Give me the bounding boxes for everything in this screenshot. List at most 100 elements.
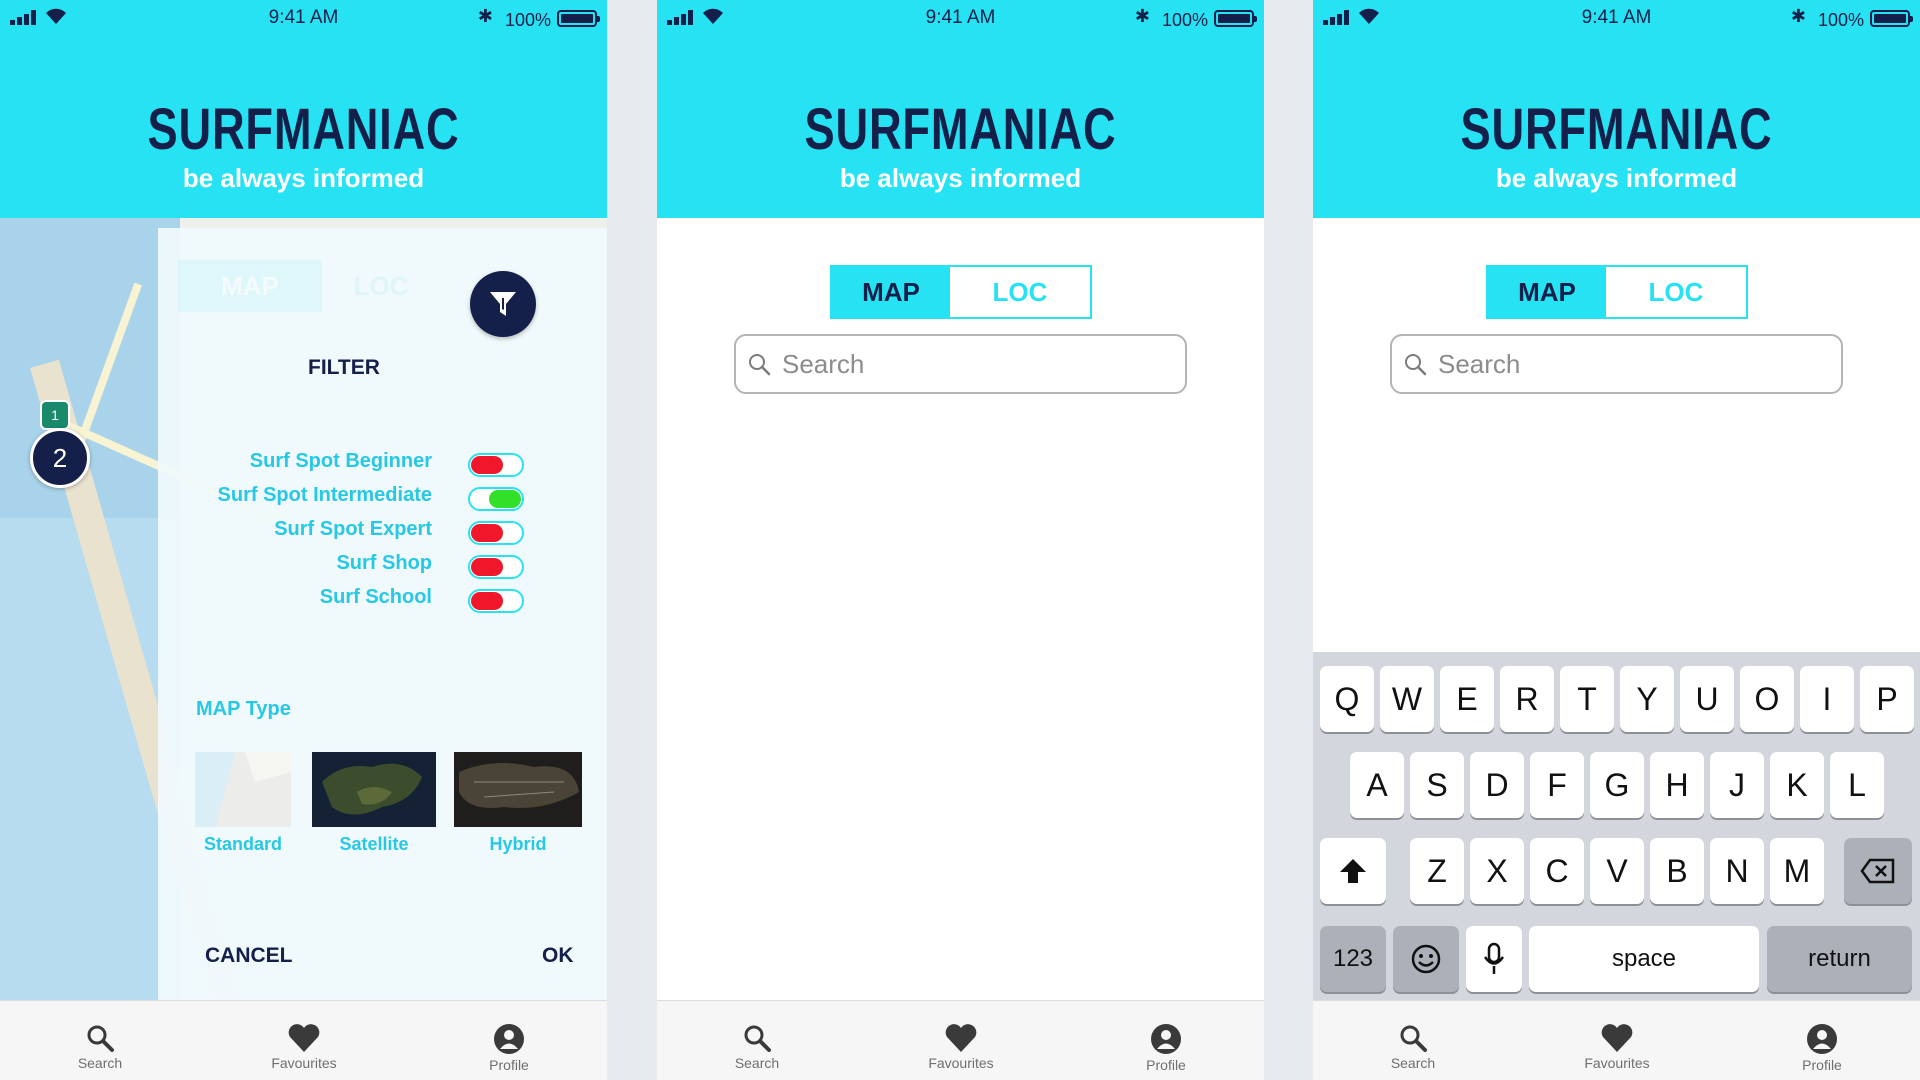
toggle-surf-spot-beginner[interactable]: [468, 453, 524, 477]
tab-profile-label: Profile: [489, 1057, 529, 1073]
key[interactable]: X: [1470, 838, 1524, 904]
app-subtitle: be always informed: [182, 163, 425, 193]
key[interactable]: E: [1440, 666, 1494, 732]
app-header: SURFMANIAC be always informed: [0, 36, 607, 218]
microphone-key[interactable]: [1466, 926, 1522, 992]
toggle-surf-spot-expert[interactable]: [468, 521, 524, 545]
heart-icon: [1601, 1024, 1633, 1052]
tab-profile[interactable]: Profile: [1767, 1023, 1877, 1073]
toggle-surf-spot-intermediate[interactable]: [468, 487, 524, 511]
tab-favourites[interactable]: Favourites: [906, 1023, 1016, 1071]
toggle-surf-shop[interactable]: [468, 555, 524, 579]
tab-map[interactable]: MAP: [178, 260, 322, 312]
tab-bar: Search Favourites Profile: [0, 1000, 607, 1080]
filter-title: FILTER: [308, 356, 380, 379]
heart-icon: [945, 1024, 977, 1052]
search-input[interactable]: [782, 346, 1162, 382]
filter-icon: [490, 292, 516, 316]
key[interactable]: N: [1710, 838, 1764, 904]
tab-search[interactable]: Search: [1358, 1023, 1468, 1071]
map-cluster-marker[interactable]: 2: [30, 428, 90, 488]
key[interactable]: V: [1590, 838, 1644, 904]
numbers-key[interactable]: 123: [1320, 926, 1386, 992]
key[interactable]: O: [1740, 666, 1794, 732]
tab-search[interactable]: Search: [45, 1023, 155, 1071]
key[interactable]: H: [1650, 752, 1704, 818]
ok-button[interactable]: OK: [542, 944, 574, 968]
map-type-label: MAP Type: [196, 698, 291, 720]
tab-loc[interactable]: LOC: [1606, 267, 1746, 317]
key[interactable]: K: [1770, 752, 1824, 818]
key[interactable]: W: [1380, 666, 1434, 732]
map-type-standard-label[interactable]: Standard: [195, 834, 291, 855]
tab-bar: Search Favourites Profile: [657, 1000, 1264, 1080]
phone-screen-search: 9:41 AM ✱ 100% SURFMANIAC be always info…: [657, 0, 1264, 1080]
filter-option: Surf Shop: [158, 552, 607, 580]
backspace-key[interactable]: [1844, 838, 1912, 904]
map-type-hybrid-label[interactable]: Hybrid: [454, 834, 582, 855]
map-type-satellite-label[interactable]: Satellite: [312, 834, 436, 855]
filter-option: Surf Spot Intermediate: [158, 484, 607, 512]
filter-panel: MAP LOC FILTER Surf Spot Beginner Surf S…: [158, 228, 607, 1000]
key[interactable]: Q: [1320, 666, 1374, 732]
status-bar: 9:41 AM ✱ 100%: [657, 0, 1264, 36]
heart-icon: [288, 1024, 320, 1052]
key[interactable]: A: [1350, 752, 1404, 818]
tab-profile[interactable]: Profile: [454, 1023, 564, 1073]
space-key[interactable]: space: [1529, 926, 1759, 992]
tab-map[interactable]: MAP: [1488, 267, 1606, 317]
tab-search[interactable]: Search: [702, 1023, 812, 1071]
map-type-standard-thumbnail[interactable]: [195, 752, 291, 827]
filter-option: Surf Spot Beginner: [158, 450, 607, 478]
map-type-hybrid-thumbnail[interactable]: [454, 752, 582, 827]
bluetooth-icon: ✱: [1790, 6, 1806, 26]
tab-search-label: Search: [734, 1055, 780, 1071]
status-bar: 9:41 AM ✱ 100%: [0, 0, 607, 36]
tab-loc[interactable]: LOC: [322, 260, 440, 312]
cancel-button[interactable]: CANCEL: [205, 944, 293, 968]
key[interactable]: S: [1410, 752, 1464, 818]
profile-icon: [494, 1024, 524, 1054]
tab-profile[interactable]: Profile: [1111, 1023, 1221, 1073]
filter-option-label: Surf Shop: [336, 552, 432, 574]
key[interactable]: Y: [1620, 666, 1674, 732]
search-input[interactable]: [1438, 346, 1818, 382]
tab-favourites[interactable]: Favourites: [249, 1023, 359, 1071]
emoji-icon: [1411, 944, 1441, 974]
key[interactable]: U: [1680, 666, 1734, 732]
app-title: SURFMANIAC: [147, 97, 460, 162]
search-icon: [749, 354, 771, 376]
filter-option-label: Surf School: [319, 586, 432, 608]
shift-key[interactable]: [1320, 838, 1386, 904]
key[interactable]: B: [1650, 838, 1704, 904]
filter-option: Surf School: [158, 586, 607, 614]
filter-option-label: Surf Spot Intermediate: [217, 484, 432, 506]
key[interactable]: T: [1560, 666, 1614, 732]
emoji-key[interactable]: [1393, 926, 1459, 992]
tab-bar: Search Favourites Profile: [1313, 1000, 1920, 1080]
key[interactable]: J: [1710, 752, 1764, 818]
tab-favourites[interactable]: Favourites: [1562, 1023, 1672, 1071]
key[interactable]: M: [1770, 838, 1824, 904]
toggle-surf-school[interactable]: [468, 589, 524, 613]
tab-loc[interactable]: LOC: [950, 267, 1090, 317]
key[interactable]: R: [1500, 666, 1554, 732]
key[interactable]: P: [1860, 666, 1914, 732]
key[interactable]: L: [1830, 752, 1884, 818]
key[interactable]: F: [1530, 752, 1584, 818]
app-subtitle: be always informed: [839, 163, 1082, 193]
return-key[interactable]: return: [1767, 926, 1912, 992]
app-title: SURFMANIAC: [804, 97, 1117, 162]
filter-button[interactable]: [470, 271, 536, 337]
tab-map[interactable]: MAP: [832, 267, 950, 317]
phone-screen-filter: 9:41 AM ✱ 100% SURFMANIAC be always info…: [0, 0, 607, 1080]
key[interactable]: I: [1800, 666, 1854, 732]
map-pin[interactable]: 1: [40, 400, 70, 430]
map-type-satellite-thumbnail[interactable]: [312, 752, 436, 827]
key[interactable]: G: [1590, 752, 1644, 818]
key[interactable]: D: [1470, 752, 1524, 818]
tab-favourites-label: Favourites: [271, 1055, 337, 1071]
key[interactable]: Z: [1410, 838, 1464, 904]
battery-icon: [1870, 10, 1913, 27]
key[interactable]: C: [1530, 838, 1584, 904]
